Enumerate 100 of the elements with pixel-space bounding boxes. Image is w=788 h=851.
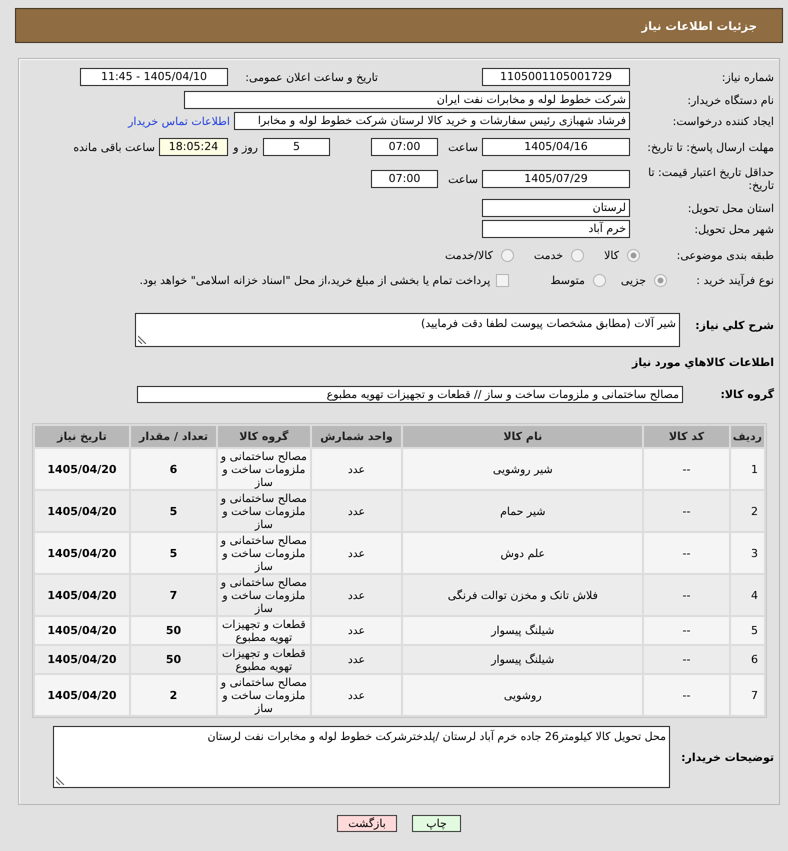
goods-group-field[interactable]: مصالح ساختمانی و ملزومات ساخت و ساز // قطعات و تجهیزات تهویه مطبوع bbox=[137, 386, 683, 403]
table-cell: -- bbox=[644, 533, 729, 573]
table-cell: -- bbox=[644, 646, 729, 673]
radio-button[interactable] bbox=[627, 248, 640, 262]
field-label: مهلت ارسال پاسخ: تا تاریخ: bbox=[647, 140, 774, 154]
remaining-time-field[interactable]: 18:05:24 bbox=[159, 138, 228, 156]
days-label: روز و bbox=[233, 140, 258, 154]
field-label: نوع فرآیند خرید : bbox=[696, 274, 774, 286]
table-cell: 50 bbox=[130, 646, 216, 673]
section-label: شرح کلي نياز: bbox=[695, 319, 774, 332]
column-header: تاریخ نیاز bbox=[35, 426, 129, 447]
time-label: ساعت bbox=[448, 172, 478, 186]
radio-button[interactable] bbox=[654, 274, 667, 286]
table-cell: 1405/04/20 bbox=[35, 617, 129, 644]
field-label: حداقل تاریخ اعتبار قیمت: تا تاریخ: bbox=[648, 166, 774, 192]
table-cell: -- bbox=[644, 617, 729, 644]
remaining-label: ساعت باقی مانده bbox=[73, 140, 155, 154]
table-cell: 4 bbox=[730, 575, 764, 615]
table-cell: 1405/04/20 bbox=[35, 575, 129, 615]
buyer-notes-textarea[interactable]: محل تحویل کالا کیلومتر26 جاده خرم آباد لرستان /پلدخترشرکت خطوط لوله و مخابرات نفت لرستان bbox=[53, 726, 670, 788]
validity-date-field[interactable]: 1405/07/29 bbox=[482, 170, 630, 188]
table-cell: -- bbox=[644, 575, 729, 615]
column-header: واحد شمارش bbox=[312, 426, 402, 447]
table-cell: 3 bbox=[730, 533, 764, 573]
table-cell: 1 bbox=[730, 449, 764, 489]
checkbox-label: پرداخت تمام یا بخشی از مبلغ خرید،از محل "اسناد خزانه اسلامی" خواهد بود. bbox=[140, 274, 490, 286]
table-cell: 1405/04/20 bbox=[35, 533, 129, 573]
section-title: اطلاعات کالاهاي مورد نياز bbox=[632, 356, 774, 368]
field-label: طبقه بندی موضوعی: bbox=[676, 248, 774, 262]
need-number-field[interactable]: 1105001105001729 bbox=[482, 68, 630, 86]
column-header: ردیف bbox=[730, 426, 764, 447]
table-cell: 1405/04/20 bbox=[35, 449, 129, 489]
table-cell: علم دوش bbox=[403, 533, 642, 573]
resize-grip-icon[interactable] bbox=[138, 335, 147, 344]
table-cell: شیر حمام bbox=[403, 491, 642, 531]
option-label: خدمت bbox=[534, 248, 564, 262]
table-cell: 7 bbox=[130, 575, 216, 615]
section-label: توضیحات خریدار: bbox=[681, 750, 774, 764]
table-cell: -- bbox=[644, 449, 729, 489]
table-cell: عدد bbox=[312, 646, 402, 673]
table-cell: قطعات و تجهیزات تهویه مطبوع bbox=[218, 617, 310, 644]
requester-field[interactable]: فرشاد شهبازی رئیس سفارشات و خرید کالا لرستان شرکت خطوط لوله و مخابرا bbox=[234, 112, 630, 130]
field-label: تاریخ و ساعت اعلان عمومی: bbox=[245, 70, 378, 84]
table-cell: مصالح ساختمانی و ملزومات ساخت و ساز bbox=[218, 675, 310, 715]
province-field[interactable]: لرستان bbox=[482, 199, 630, 217]
option-label: متوسط bbox=[550, 274, 585, 286]
radio-button[interactable] bbox=[592, 274, 606, 286]
table-cell: 1405/04/20 bbox=[35, 646, 129, 673]
announcement-date-field[interactable]: 1405/04/10 - 11:45 bbox=[80, 68, 228, 86]
field-label: استان محل تحویل: bbox=[688, 202, 774, 214]
description-textarea[interactable]: شیر آلات (مطابق مشخصات پیوست لطفا دقت فرمایید) bbox=[135, 313, 680, 347]
table-cell: عدد bbox=[312, 575, 402, 615]
radio-button[interactable] bbox=[571, 248, 584, 262]
table-cell: قطعات و تجهیزات تهویه مطبوع bbox=[218, 646, 310, 673]
column-header: نام کالا bbox=[403, 426, 642, 447]
table-cell: روشویی bbox=[403, 675, 642, 715]
table-cell: عدد bbox=[312, 449, 402, 489]
table-cell: 1405/04/20 bbox=[35, 675, 129, 715]
table-cell: 2 bbox=[130, 675, 216, 715]
field-label: شهر محل تحویل: bbox=[694, 222, 774, 236]
table-cell: شیلنگ پیسوار bbox=[403, 646, 642, 673]
buyer-organization-field[interactable]: شرکت خطوط لوله و مخابرات نفت ایران bbox=[184, 91, 630, 109]
table-cell: شیلنگ پیسوار bbox=[403, 617, 642, 644]
back-button[interactable]: بازگشت bbox=[337, 815, 397, 832]
days-field[interactable]: 5 bbox=[263, 138, 330, 156]
table-cell: عدد bbox=[312, 675, 402, 715]
deadline-date-field[interactable]: 1405/04/16 bbox=[482, 138, 630, 156]
buyer-contact-link[interactable]: اطلاعات تماس خریدار bbox=[128, 114, 230, 128]
option-label: کالا bbox=[604, 248, 619, 262]
table-cell: 5 bbox=[130, 533, 216, 573]
table-cell: مصالح ساختمانی و ملزومات ساخت و ساز bbox=[218, 575, 310, 615]
table-cell: -- bbox=[644, 491, 729, 531]
column-header: تعداد / مقدار bbox=[130, 426, 216, 447]
deadline-time-field[interactable]: 07:00 bbox=[371, 138, 438, 156]
table-cell: فلاش تانک و مخزن توالت فرنگی bbox=[403, 575, 642, 615]
section-label: گروه کالا: bbox=[720, 388, 774, 401]
table-cell: 5 bbox=[130, 491, 216, 531]
resize-grip-icon[interactable] bbox=[56, 776, 65, 785]
table-cell: عدد bbox=[312, 533, 402, 573]
table-cell: 1405/04/20 bbox=[35, 491, 129, 531]
option-label: کالا/خدمت bbox=[445, 248, 493, 262]
table-cell: مصالح ساختمانی و ملزومات ساخت و ساز bbox=[218, 491, 310, 531]
column-header: کد کالا bbox=[644, 426, 729, 447]
table-cell: عدد bbox=[312, 617, 402, 644]
page-title: جزئیات اطلاعات نیاز bbox=[641, 18, 757, 32]
checkbox[interactable] bbox=[496, 274, 510, 286]
table-cell: -- bbox=[644, 675, 729, 715]
field-label: ایجاد کننده درخواست: bbox=[672, 114, 774, 128]
city-field[interactable]: خرم آباد bbox=[482, 220, 630, 238]
print-button[interactable]: چاپ bbox=[412, 815, 461, 832]
validity-time-field[interactable]: 07:00 bbox=[371, 170, 438, 188]
column-header: گروه کالا bbox=[218, 426, 310, 447]
table-cell: 5 bbox=[730, 617, 764, 644]
table-cell: 50 bbox=[130, 617, 216, 644]
field-label: شماره نیاز: bbox=[722, 70, 774, 84]
table-cell: 6 bbox=[730, 646, 764, 673]
radio-button[interactable] bbox=[500, 248, 514, 262]
table-cell: 7 bbox=[730, 675, 764, 715]
table-cell: عدد bbox=[312, 491, 402, 531]
table-cell: مصالح ساختمانی و ملزومات ساخت و ساز bbox=[218, 449, 310, 489]
